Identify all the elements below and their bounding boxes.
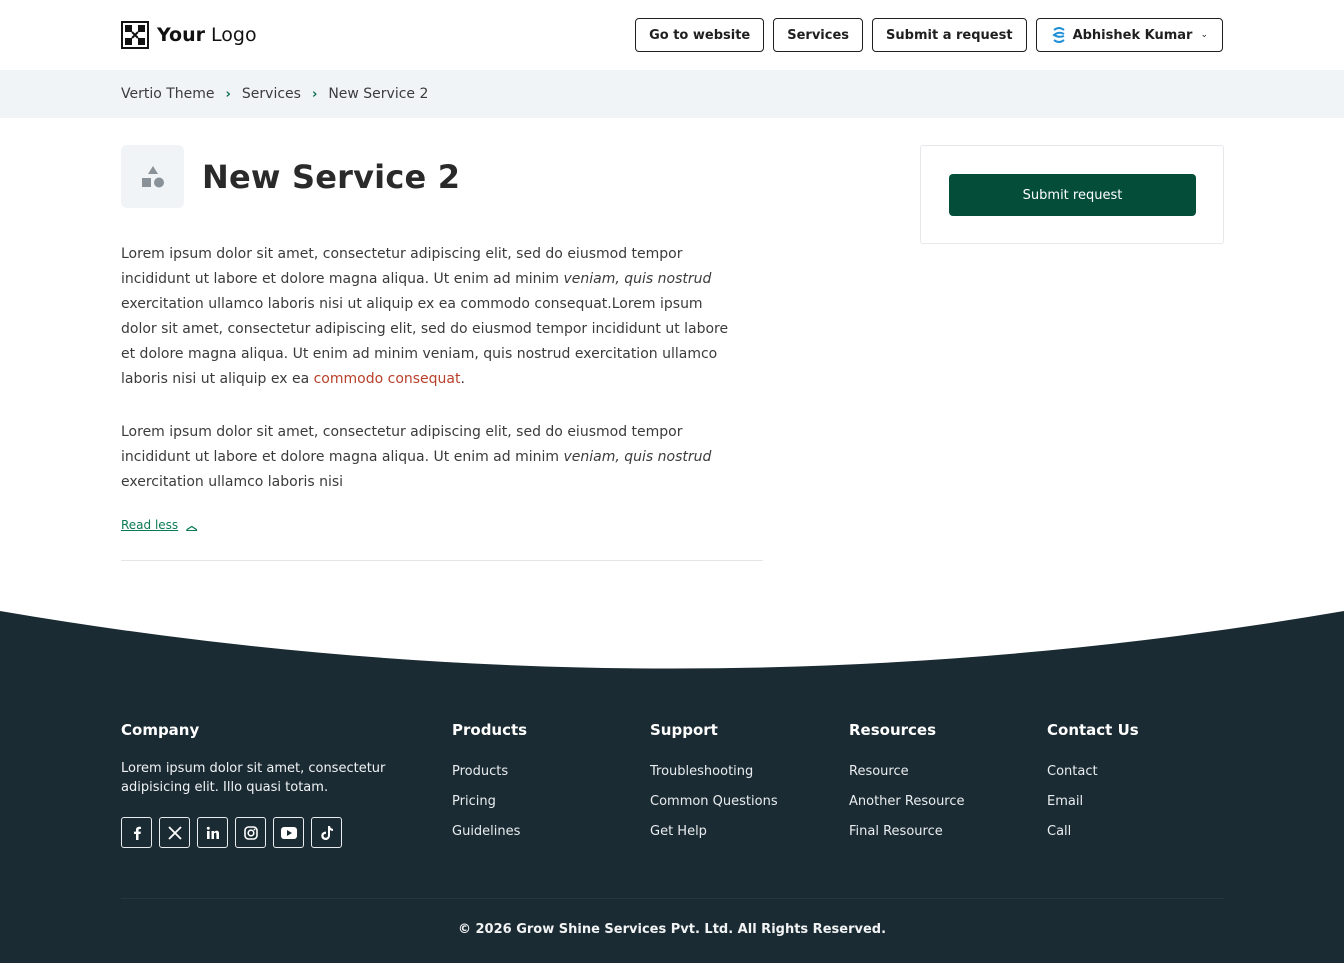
footer-link-final-resource[interactable]: Final Resource (849, 824, 965, 854)
page-title: New Service 2 (202, 157, 461, 196)
footer-link-call[interactable]: Call (1047, 824, 1139, 854)
social-links (121, 817, 406, 848)
site-header: Your Logo Go to website Services Submit … (0, 0, 1344, 70)
user-menu-button[interactable]: Abhishek Kumar ⌄ (1035, 18, 1223, 52)
linkedin-icon[interactable] (197, 817, 228, 848)
footer-heading-contact: Contact Us (1047, 721, 1139, 739)
footer-support: Support Troubleshooting Common Questions… (650, 721, 778, 854)
description-paragraph-1: Lorem ipsum dolor sit amet, consectetur … (121, 246, 729, 387)
request-panel: Submit request (920, 145, 1224, 244)
main-content: New Service 2 Lorem ipsum dolor sit amet… (0, 118, 1344, 611)
shapes-icon (141, 165, 164, 187)
title-row: New Service 2 (121, 145, 763, 208)
logo-text: Your Logo (157, 24, 257, 46)
submit-request-button[interactable]: Submit request (949, 174, 1196, 216)
logo[interactable]: Your Logo (121, 21, 257, 49)
footer-company-description: Lorem ipsum dolor sit amet, consectetur … (121, 761, 386, 795)
footer-heading-products: Products (452, 721, 528, 739)
footer-resources: Resources Resource Another Resource Fina… (849, 721, 965, 854)
breadcrumb: Vertio Theme › Services › New Service 2 (0, 70, 1344, 118)
youtube-icon[interactable] (273, 817, 304, 848)
footer-link-email[interactable]: Email (1047, 794, 1139, 824)
x-icon[interactable] (159, 817, 190, 848)
footer-company: Company Lorem ipsum dolor sit amet, cons… (121, 721, 406, 848)
footer-support-links: Troubleshooting Common Questions Get Hel… (650, 764, 778, 854)
footer-link-resource[interactable]: Resource (849, 764, 965, 794)
go-to-website-button[interactable]: Go to website (635, 18, 765, 52)
copyright-text: © 2026 Grow Shine Services Pvt. Ltd. All… (457, 922, 887, 937)
footer-wave (0, 611, 1344, 681)
footer-heading-support: Support (650, 721, 718, 739)
description-paragraph-2: Lorem ipsum dolor sit amet, consectetur … (121, 424, 712, 490)
chevron-up-icon: ︿ (186, 519, 198, 532)
footer-link-pricing[interactable]: Pricing (452, 794, 527, 824)
chevron-right-icon: › (311, 86, 318, 102)
instagram-icon[interactable] (235, 817, 266, 848)
footer-link-guidelines[interactable]: Guidelines (452, 824, 527, 854)
logo-icon (121, 21, 149, 49)
content-divider (121, 560, 763, 561)
footer-link-products[interactable]: Products (452, 764, 527, 794)
footer-resources-links: Resource Another Resource Final Resource (849, 764, 965, 854)
chevron-right-icon: › (225, 86, 231, 102)
footer-heading-resources: Resources (849, 721, 937, 739)
footer-heading-company: Company (121, 721, 200, 739)
breadcrumb-item-home[interactable]: Vertio Theme (121, 86, 215, 102)
service-icon (121, 145, 184, 208)
footer-products-links: Products Pricing Guidelines (452, 764, 527, 854)
footer-divider (121, 898, 1224, 899)
user-name: Abhishek Kumar (1072, 27, 1193, 43)
footer-body: Company Lorem ipsum dolor sit amet, cons… (0, 676, 1344, 963)
footer-contact-links: Contact Email Call (1047, 764, 1139, 854)
read-less-link[interactable]: Read less ︿ (121, 517, 197, 533)
footer-link-another-resource[interactable]: Another Resource (849, 794, 965, 824)
tiktok-icon[interactable] (311, 817, 342, 848)
service-article: New Service 2 Lorem ipsum dolor sit amet… (121, 145, 763, 561)
facebook-icon[interactable] (121, 817, 152, 848)
footer-contact: Contact Us Contact Email Call (1047, 721, 1139, 854)
services-button[interactable]: Services (773, 18, 864, 52)
breadcrumb-item-current: New Service 2 (328, 86, 429, 102)
site-footer: Company Lorem ipsum dolor sit amet, cons… (0, 611, 1344, 963)
submit-a-request-button[interactable]: Submit a request (872, 18, 1027, 52)
breadcrumb-item-services[interactable]: Services (242, 86, 301, 102)
footer-link-common-questions[interactable]: Common Questions (650, 794, 778, 824)
commodo-consequat-link[interactable]: commodo consequat (314, 371, 461, 387)
footer-link-contact[interactable]: Contact (1047, 764, 1139, 794)
footer-products: Products Products Pricing Guidelines (452, 721, 527, 854)
user-avatar-icon (1051, 27, 1065, 43)
top-nav: Go to website Services Submit a request … (635, 18, 1223, 52)
chevron-down-icon: ⌄ (1200, 30, 1208, 40)
footer-link-troubleshooting[interactable]: Troubleshooting (650, 764, 778, 794)
footer-link-get-help[interactable]: Get Help (650, 824, 778, 854)
